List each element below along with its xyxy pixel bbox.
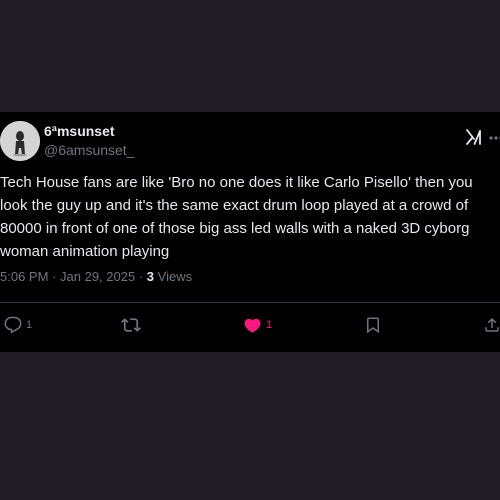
tweet-date[interactable]: Jan 29, 2025 bbox=[60, 269, 135, 284]
meta-separator: · bbox=[52, 269, 57, 284]
share-icon bbox=[485, 317, 499, 332]
divider bbox=[0, 302, 500, 303]
like-count: 1 bbox=[266, 319, 273, 331]
retweet-icon bbox=[121, 318, 141, 332]
bookmark-button[interactable] bbox=[364, 312, 382, 338]
avatar-silhouette-icon bbox=[0, 121, 40, 161]
bookmark-icon bbox=[367, 317, 379, 334]
action-bar: 1 1 bbox=[0, 312, 500, 338]
tweet-card: 6ªmsunset @6amsunset_ Tech House fans ar… bbox=[0, 112, 500, 352]
tweet-header: 6ªmsunset @6amsunset_ bbox=[0, 120, 500, 164]
meta-separator: · bbox=[138, 269, 144, 284]
retweet-button[interactable] bbox=[121, 312, 145, 338]
avatar[interactable] bbox=[0, 121, 40, 161]
heart-icon bbox=[244, 318, 261, 333]
reply-button[interactable]: 1 bbox=[4, 312, 32, 338]
views-label: Views bbox=[157, 269, 193, 284]
like-button[interactable]: 1 bbox=[243, 312, 272, 338]
display-name[interactable]: 6ªmsunset bbox=[44, 123, 115, 139]
views-count: 3 bbox=[146, 269, 155, 284]
tweet-meta: 5:06 PM · Jan 29, 2025 · 3 Views bbox=[0, 269, 192, 284]
page-background: 6ªmsunset @6amsunset_ Tech House fans ar… bbox=[0, 0, 500, 500]
share-button[interactable] bbox=[483, 312, 500, 338]
reply-count: 1 bbox=[26, 319, 33, 331]
tweet-text: Tech House fans are like 'Bro no one doe… bbox=[0, 174, 473, 260]
more-icon[interactable] bbox=[489, 129, 500, 147]
tweet-time[interactable]: 5:06 PM bbox=[0, 269, 48, 284]
grok-icon[interactable] bbox=[465, 128, 483, 146]
user-handle[interactable]: @6amsunset_ bbox=[44, 142, 134, 158]
reply-icon bbox=[4, 316, 22, 334]
